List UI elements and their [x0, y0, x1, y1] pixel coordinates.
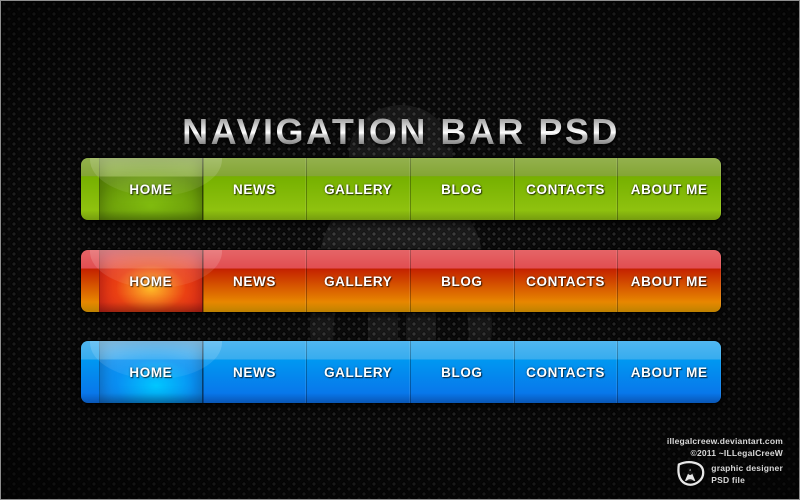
nav-label: ABOUT ME — [630, 181, 708, 197]
nav-label: ABOUT ME — [630, 364, 708, 380]
page-title: NAVIGATION BAR PSD — [182, 111, 620, 153]
navbar-orange-item-contacts[interactable]: CONTACTS — [513, 250, 618, 312]
nav-label: CONTACTS — [526, 273, 605, 289]
nav-label: CONTACTS — [526, 364, 605, 380]
navbar-orange-item-gallery[interactable]: GALLERY — [306, 250, 411, 312]
nav-label: GALLERY — [324, 364, 393, 380]
credits: illegalcreew.deviantart.com ©2011 ~ILLeg… — [553, 435, 783, 487]
navbar-orange-left-cap — [81, 250, 99, 312]
navbar-green-item-gallery[interactable]: GALLERY — [306, 158, 411, 220]
illegalcreew-logo-icon — [676, 461, 706, 487]
credits-logo-text: graphic designer PSD file — [711, 462, 783, 486]
navbar-blue-item-blog[interactable]: BLOG — [410, 341, 514, 403]
nav-label: HOME — [129, 273, 173, 289]
nav-label: NEWS — [233, 181, 276, 197]
nav-label: CONTACTS — [526, 181, 605, 197]
navbar-green-item-blog[interactable]: BLOG — [410, 158, 514, 220]
navbar-orange-item-blog[interactable]: BLOG — [410, 250, 514, 312]
credits-website[interactable]: illegalcreew.deviantart.com — [553, 435, 783, 447]
navbar-orange-item-about-me[interactable]: ABOUT ME — [617, 250, 721, 312]
nav-label: ABOUT ME — [630, 273, 708, 289]
navbar-blue-left-cap — [81, 341, 99, 403]
nav-label: BLOG — [441, 364, 483, 380]
nav-label: HOME — [129, 181, 173, 197]
navbar-orange-item-home[interactable]: HOME — [89, 250, 222, 312]
navbar-green: HOME NEWS GALLERY BLOG CONTACTS ABOUT ME — [81, 158, 721, 220]
page-root: NAVIGATION BAR PSD HOME NEWS GALLERY BLO… — [0, 0, 800, 500]
credits-logo-block: graphic designer PSD file — [553, 461, 783, 487]
nav-label: BLOG — [441, 273, 483, 289]
navbar-orange: HOME NEWS GALLERY BLOG CONTACTS ABOUT ME — [81, 250, 721, 312]
nav-label: NEWS — [233, 273, 276, 289]
credits-role: graphic designer — [711, 463, 783, 473]
credits-file-type: PSD file — [711, 475, 746, 485]
navbar-blue-item-gallery[interactable]: GALLERY — [306, 341, 411, 403]
nav-label: GALLERY — [324, 181, 393, 197]
navbar-green-item-about-me[interactable]: ABOUT ME — [617, 158, 721, 220]
navbar-green-item-contacts[interactable]: CONTACTS — [513, 158, 618, 220]
navbar-green-item-news[interactable]: NEWS — [202, 158, 307, 220]
nav-label: NEWS — [233, 364, 276, 380]
navbar-green-left-cap — [81, 158, 99, 220]
nav-label: GALLERY — [324, 273, 393, 289]
nav-label: BLOG — [441, 181, 483, 197]
navbar-blue: HOME NEWS GALLERY BLOG CONTACTS ABOUT ME — [81, 341, 721, 403]
nav-label: HOME — [129, 364, 173, 380]
navbar-blue-item-contacts[interactable]: CONTACTS — [513, 341, 618, 403]
navbar-orange-item-news[interactable]: NEWS — [202, 250, 307, 312]
navbar-blue-item-home[interactable]: HOME — [89, 341, 222, 403]
navbar-blue-item-news[interactable]: NEWS — [202, 341, 307, 403]
navbar-blue-item-about-me[interactable]: ABOUT ME — [617, 341, 721, 403]
navbar-green-item-home[interactable]: HOME — [89, 158, 222, 220]
credits-copyright: ©2011 ~ILLegalCreeW — [690, 448, 783, 458]
